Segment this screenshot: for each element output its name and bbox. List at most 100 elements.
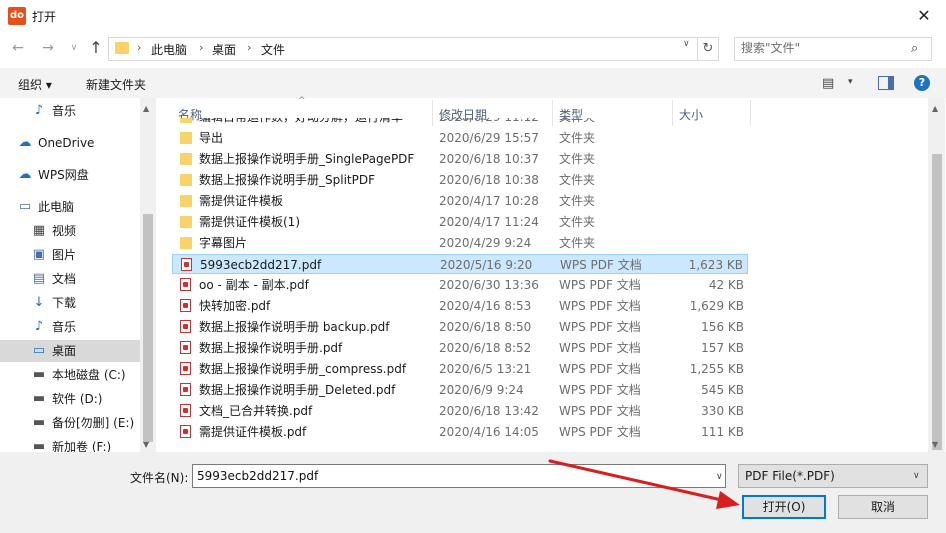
recent-locations-chevron-icon[interactable]: ∨	[64, 38, 84, 58]
scroll-down-icon[interactable]: ▼	[932, 440, 938, 449]
sidebar-item-label: 此电脑	[38, 200, 75, 214]
file-date: 2020/4/17 11:24	[439, 215, 539, 229]
file-date: 2020/6/29 15:57	[439, 131, 539, 145]
sidebar-item[interactable]: ▬ 本地磁盘 (C:)	[0, 364, 140, 386]
file-name: 数据上报操作说明手册_SinglePagePDF	[199, 152, 415, 166]
organize-button[interactable]: 组织 ▾	[18, 76, 52, 93]
file-list-scrollbar[interactable]: ▲ ▼	[928, 98, 945, 452]
sidebar-item[interactable]: ♪ 音乐	[0, 316, 140, 338]
pdf-file-icon	[180, 362, 191, 375]
sidebar-item-label: OneDrive	[38, 136, 95, 150]
search-box[interactable]: ⌕	[734, 37, 932, 61]
sidebar-item[interactable]: ▭ 桌面	[0, 340, 140, 362]
pdf-file-icon	[180, 383, 191, 396]
breadcrumb-this-pc[interactable]: 此电脑	[151, 41, 187, 58]
dialog-footer: 文件名(N): ∨ PDF File(*.PDF) ∨ 打开(O) 取消	[0, 452, 946, 533]
scroll-down-icon[interactable]: ▼	[143, 440, 149, 449]
file-type: 文件夹	[559, 118, 595, 127]
file-row[interactable]: 数据上报操作说明手册 backup.pdf 2020/6/18 8:50 WPS P…	[172, 317, 748, 337]
file-row[interactable]: 需提供证件模板(1) 2020/4/17 11:24 文件夹	[172, 212, 748, 232]
file-list-scroll-thumb[interactable]	[932, 154, 942, 450]
address-bar[interactable]: › 此电脑 › 桌面 › 文件 ∨	[108, 37, 698, 61]
close-button[interactable]: ✕	[906, 2, 942, 30]
file-row[interactable]: 导出 2020/6/29 15:57 文件夹	[172, 128, 748, 148]
file-date: 2020/4/16 8:53	[439, 299, 532, 313]
sidebar-item[interactable]: ▭ 此电脑	[0, 196, 140, 218]
file-type-dropdown-icon[interactable]: ∨	[913, 471, 920, 481]
sidebar-item[interactable]: ↓ 下载	[0, 292, 140, 314]
sidebar-item-label: 桌面	[52, 344, 77, 358]
file-row[interactable]: 字幕图片 2020/4/29 9:24 文件夹	[172, 233, 748, 253]
sidebar-scroll-thumb[interactable]	[143, 214, 153, 442]
sidebar-item[interactable]: ▬ 软件 (D:)	[0, 388, 140, 410]
pdf-file-icon	[180, 425, 191, 438]
sidebar-item[interactable]: ☁ WPS网盘	[0, 164, 140, 186]
file-row[interactable]: 需提供证件模板 2020/4/17 10:28 文件夹	[172, 191, 748, 211]
file-type: WPS PDF 文档	[559, 404, 641, 418]
breadcrumb-files[interactable]: 文件	[261, 41, 285, 58]
file-name: oo - 副本 - 副本.pdf	[199, 278, 309, 292]
file-row[interactable]: 5993ecb2dd217.pdf 2020/5/16 9:20 WPS PDF 文…	[172, 254, 748, 274]
view-options-icon[interactable]: ▤	[822, 76, 834, 91]
view-dropdown-icon[interactable]: ▾	[848, 77, 853, 87]
file-name: 文档_已合并转换.pdf	[199, 404, 313, 418]
sidebar-item-label: 音乐	[52, 320, 77, 334]
sidebar-item[interactable]: ▬ 新加卷 (F:)	[0, 436, 140, 453]
address-dropdown-icon[interactable]: ∨	[683, 39, 690, 49]
file-date: 2020/6/9 9:24	[439, 383, 524, 397]
file-type: WPS PDF 文档	[560, 258, 642, 272]
back-arrow-icon[interactable]: ←	[8, 38, 28, 58]
file-row[interactable]: 数据上报操作说明手册_compress.pdf 2020/6/5 13:21 WPS…	[172, 359, 748, 379]
up-arrow-icon[interactable]: ↑	[86, 38, 106, 58]
file-date: 2020/6/18 13:42	[439, 404, 539, 418]
file-list: 编辑日常运作数，好动分解，运行清单2020/6/29 11:12文件夹导出202…	[168, 118, 928, 452]
help-icon[interactable]: ?	[914, 75, 930, 91]
file-name: 数据上报操作说明手册 backup.pdf	[199, 320, 390, 334]
forward-arrow-icon[interactable]: →	[38, 38, 58, 58]
breadcrumb-desktop[interactable]: 桌面	[212, 41, 236, 58]
file-date: 2020/6/18 10:37	[439, 152, 539, 166]
scroll-up-icon[interactable]: ▲	[143, 104, 149, 113]
file-row[interactable]: 数据上报操作说明手册_SinglePagePDF 2020/6/18 10:37 文…	[172, 149, 748, 169]
file-type: 文件夹	[559, 215, 596, 229]
file-row[interactable]: oo - 副本 - 副本.pdf 2020/6/30 13:36 WPS PDF 文…	[172, 275, 748, 295]
window-title: 打开	[32, 10, 57, 24]
sidebar-item[interactable]: ▤ 文档	[0, 268, 140, 290]
sidebar-scrollbar[interactable]: ▲ ▼	[140, 98, 156, 452]
file-size: 1,629 KB	[689, 299, 744, 313]
pdf-file-icon	[180, 341, 191, 354]
refresh-icon[interactable]: ↻	[698, 37, 719, 61]
preview-pane-icon[interactable]	[878, 76, 894, 90]
file-type: WPS PDF 文档	[559, 341, 641, 355]
file-row[interactable]: 快转加密.pdf 2020/4/16 8:53 WPS PDF 文档 1,629 KB	[172, 296, 748, 316]
sort-ascending-icon: ^	[298, 96, 306, 106]
sidebar-item-icon: ▭	[32, 343, 46, 358]
sidebar-item-icon: ♪	[34, 103, 44, 118]
file-row[interactable]: 需提供证件模板.pdf 2020/4/16 14:05 WPS PDF 文档 111 …	[172, 422, 748, 442]
file-date: 2020/4/29 9:24	[439, 236, 532, 250]
file-type: WPS PDF 文档	[559, 320, 641, 334]
search-icon[interactable]: ⌕	[911, 41, 918, 56]
file-row[interactable]: 数据上报操作说明手册.pdf 2020/6/18 8:52 WPS PDF 文档 15…	[172, 338, 748, 358]
file-size: 1,623 KB	[688, 258, 743, 272]
file-row[interactable]: 编辑日常运作数，好动分解，运行清单 2020/6/29 11:12 文件夹	[172, 118, 748, 127]
file-date: 2020/5/16 9:20	[440, 258, 533, 272]
new-folder-button[interactable]: 新建文件夹	[86, 76, 146, 93]
file-row[interactable]: 数据上报操作说明手册_Deleted.pdf 2020/6/9 9:24 WPS P…	[172, 380, 748, 400]
file-type: WPS PDF 文档	[559, 362, 641, 376]
file-type-select[interactable]: PDF File(*.PDF) ∨	[738, 464, 928, 488]
scroll-up-icon[interactable]: ▲	[932, 104, 938, 113]
sidebar-item[interactable]: ▬ 备份[勿删] (E:)	[0, 412, 140, 434]
file-date: 2020/4/16 14:05	[439, 425, 539, 439]
cancel-button[interactable]: 取消	[838, 495, 928, 519]
sidebar-item[interactable]: ☁ OneDrive	[0, 132, 140, 154]
sidebar-item[interactable]: ▦ 视频	[0, 220, 140, 242]
file-name: 5993ecb2dd217.pdf	[200, 258, 322, 272]
sidebar-item[interactable]: ♪ 音乐	[0, 100, 140, 122]
file-date: 2020/6/5 13:21	[439, 362, 532, 376]
search-input[interactable]	[741, 41, 901, 55]
sidebar-item[interactable]: ▣ 图片	[0, 244, 140, 266]
file-row[interactable]: 数据上报操作说明手册_SplitPDF 2020/6/18 10:38 文件夹	[172, 170, 748, 190]
file-row[interactable]: 文档_已合并转换.pdf 2020/6/18 13:42 WPS PDF 文档 330…	[172, 401, 748, 421]
sidebar-item-icon: ▬	[32, 439, 46, 453]
